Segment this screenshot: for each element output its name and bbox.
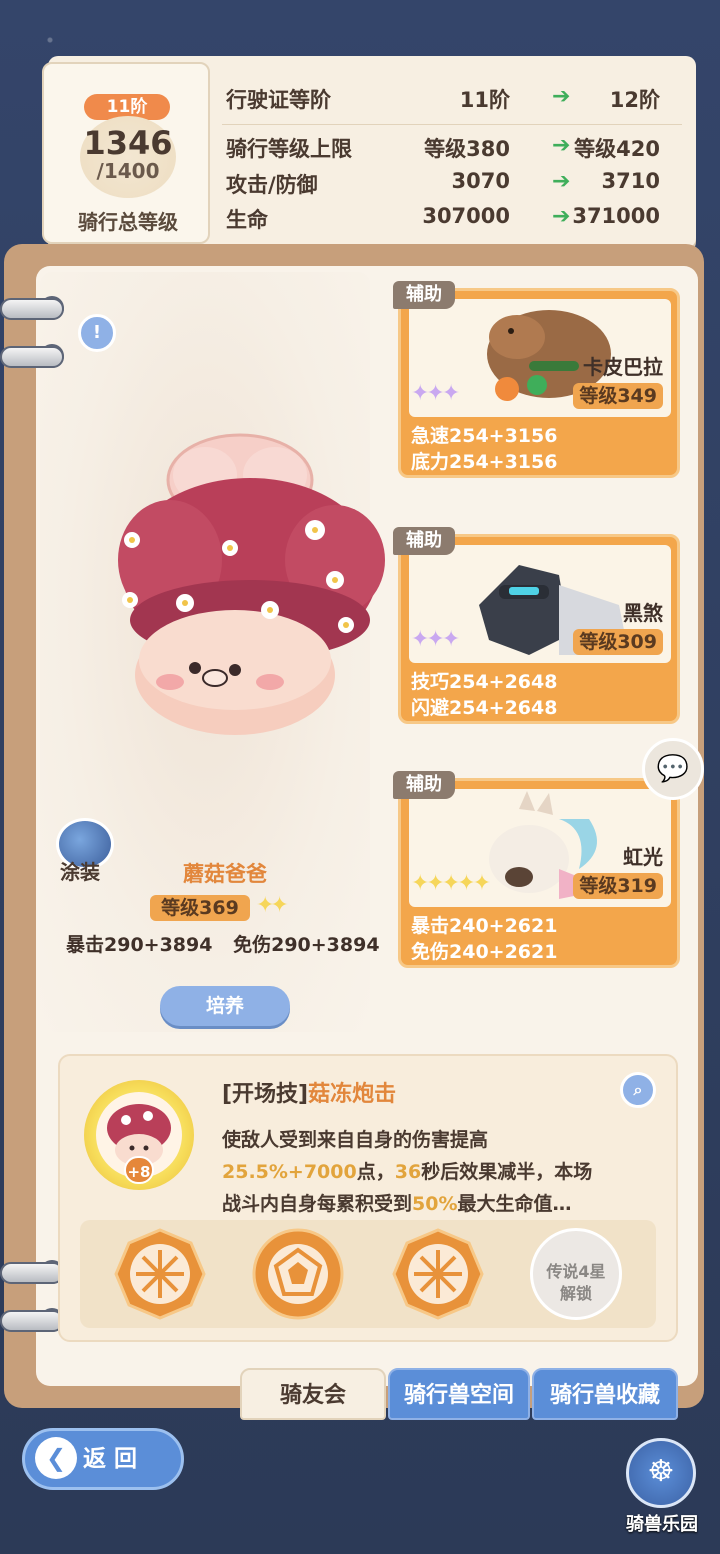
mount-name: 蘑菇爸爸: [183, 862, 267, 886]
helper-tag: 辅助: [393, 771, 455, 799]
binder-ring: [0, 1310, 64, 1332]
mount-park-label: 骑兽乐园: [626, 1514, 698, 1535]
helper-tag: 辅助: [393, 527, 455, 555]
skill-name: 菇冻炮击: [308, 1082, 397, 1107]
helper-level-badge: 等级319: [573, 873, 663, 899]
tab-mount-collection[interactable]: 骑行兽收藏: [532, 1368, 678, 1420]
skin-button[interactable]: 涂装: [50, 814, 120, 884]
stat-next: 等级420: [574, 137, 660, 161]
mount-stat: 暴击290+3894: [66, 934, 213, 956]
arrow-right-icon: ➔: [552, 204, 571, 229]
skill-desc-line: 战斗内自身每累积受到50%最大生命值…: [222, 1193, 572, 1215]
binder-ring: [0, 1262, 64, 1284]
total-level: 1346: [83, 124, 173, 162]
rune-snowflake-icon[interactable]: [114, 1228, 206, 1320]
stat-current: 等级380: [424, 137, 510, 161]
mount-park-button[interactable]: ☸ 骑兽乐园: [614, 1438, 710, 1538]
back-label: 返 回: [83, 1446, 138, 1472]
chat-bubble-icon[interactable]: 💬: [642, 738, 704, 800]
helper-star-rating: ✦✦✦✦✦: [411, 871, 491, 896]
mount-illustration: [110, 420, 390, 740]
zoom-icon[interactable]: ⌕: [620, 1072, 656, 1108]
skill-level-badge: +8: [124, 1156, 154, 1184]
helper-stat: 急速254+3156: [411, 425, 558, 447]
locked-rune-slot[interactable]: 传说4星 解锁: [530, 1228, 622, 1320]
mount-stat: 免伤290+3894: [233, 934, 380, 956]
helper-stat: 免伤240+2621: [411, 941, 558, 963]
skill-title: [开场技]菇冻炮击: [222, 1076, 396, 1108]
binder-ring: [0, 298, 64, 320]
binder-ring: [0, 346, 64, 368]
helper-level-badge: 等级309: [573, 629, 663, 655]
arrow-right-icon: ➔: [552, 84, 571, 109]
arrow-right-icon: ➔: [552, 169, 571, 194]
helper-card-capybara[interactable]: 辅助 ✦✦✦ 卡皮巴拉 等级349 急速254+3156 底力254+3156: [393, 281, 680, 478]
helper-star-rating: ✦✦✦: [411, 627, 460, 652]
stat-next: 3710: [601, 169, 660, 193]
mount-stats: 暴击290+3894 免伤290+3894: [66, 930, 394, 957]
helper-stat: 技巧254+2648: [411, 671, 558, 693]
max-level: /1400: [96, 159, 160, 183]
stat-row-license: 行驶证等阶 11阶 ➔ 12阶: [226, 84, 676, 114]
level-circle: 1346 /1400: [80, 116, 176, 198]
skill-desc-line: 25.5%+7000点，36秒后效果减半，本场: [222, 1161, 593, 1183]
back-button[interactable]: ❮ 返 回: [22, 1428, 184, 1490]
helper-name: 黑煞: [623, 601, 663, 625]
train-button[interactable]: 培养: [160, 986, 290, 1026]
mount-star-rating: ✦✦: [256, 893, 289, 918]
helper-level-badge: 等级349: [573, 383, 663, 409]
stat-label: 攻击/防御: [226, 173, 318, 197]
locked-rune-label: 传说4星: [546, 1262, 606, 1281]
stat-label: 生命: [226, 208, 268, 232]
helper-name: 虹光: [623, 845, 663, 869]
tab-mount-space[interactable]: 骑行兽空间: [388, 1368, 530, 1420]
divider: [222, 124, 682, 125]
mount-level-badge: 等级369: [150, 895, 250, 921]
level-caption: 骑行总等级: [78, 210, 178, 234]
helper-star-rating: ✦✦✦: [411, 381, 460, 406]
helper-name: 卡皮巴拉: [583, 355, 663, 379]
arrow-right-icon: ➔: [552, 133, 571, 158]
helper-card-hongguang[interactable]: 辅助 ✦✦✦✦✦ 虹光 等级319 暴击240+2621 免伤240+2621: [393, 771, 680, 968]
stat-label: 行驶证等阶: [226, 88, 331, 112]
tab-rider-club[interactable]: 骑友会: [240, 1368, 386, 1420]
ferris-wheel-icon: ☸: [626, 1438, 696, 1508]
stat-current: 11阶: [459, 88, 510, 112]
stat-current: 307000: [422, 204, 510, 228]
skill-description: 使敌人受到来自自身的伤害提高 25.5%+7000点，36秒后效果减半，本场 战…: [222, 1124, 652, 1220]
helper-stat: 暴击240+2621: [411, 915, 558, 937]
helper-stat: 闪避254+2648: [411, 697, 558, 719]
stat-row-atk-def: 攻击/防御 3070 ➔ 3710: [226, 169, 676, 199]
stat-row-hp: 生命 307000 ➔ 371000: [226, 204, 676, 234]
stat-current: 3070: [451, 169, 510, 193]
rune-snowflake-icon[interactable]: [392, 1228, 484, 1320]
stat-row-level-cap: 骑行等级上限 等级380 ➔ 等级420: [226, 133, 676, 163]
stat-next: 12阶: [609, 88, 660, 112]
stat-next: 371000: [572, 204, 660, 228]
skin-label: 涂装: [60, 860, 100, 884]
info-icon[interactable]: !: [78, 314, 116, 352]
helper-card-heisha[interactable]: 辅助 ✦✦✦ 黑煞 等级309 技巧254+2648 闪避254+2648: [393, 527, 680, 724]
skill-desc-line: 使敌人受到来自自身的伤害提高: [222, 1129, 489, 1151]
stat-label: 骑行等级上限: [226, 137, 352, 161]
rune-gem-icon[interactable]: [252, 1228, 344, 1320]
skill-type: [开场技]: [222, 1082, 309, 1107]
helper-stat: 底力254+3156: [411, 451, 558, 473]
back-arrow-icon: ❮: [35, 1437, 77, 1479]
helper-tag: 辅助: [393, 281, 455, 309]
locked-rune-label: 解锁: [559, 1284, 592, 1303]
